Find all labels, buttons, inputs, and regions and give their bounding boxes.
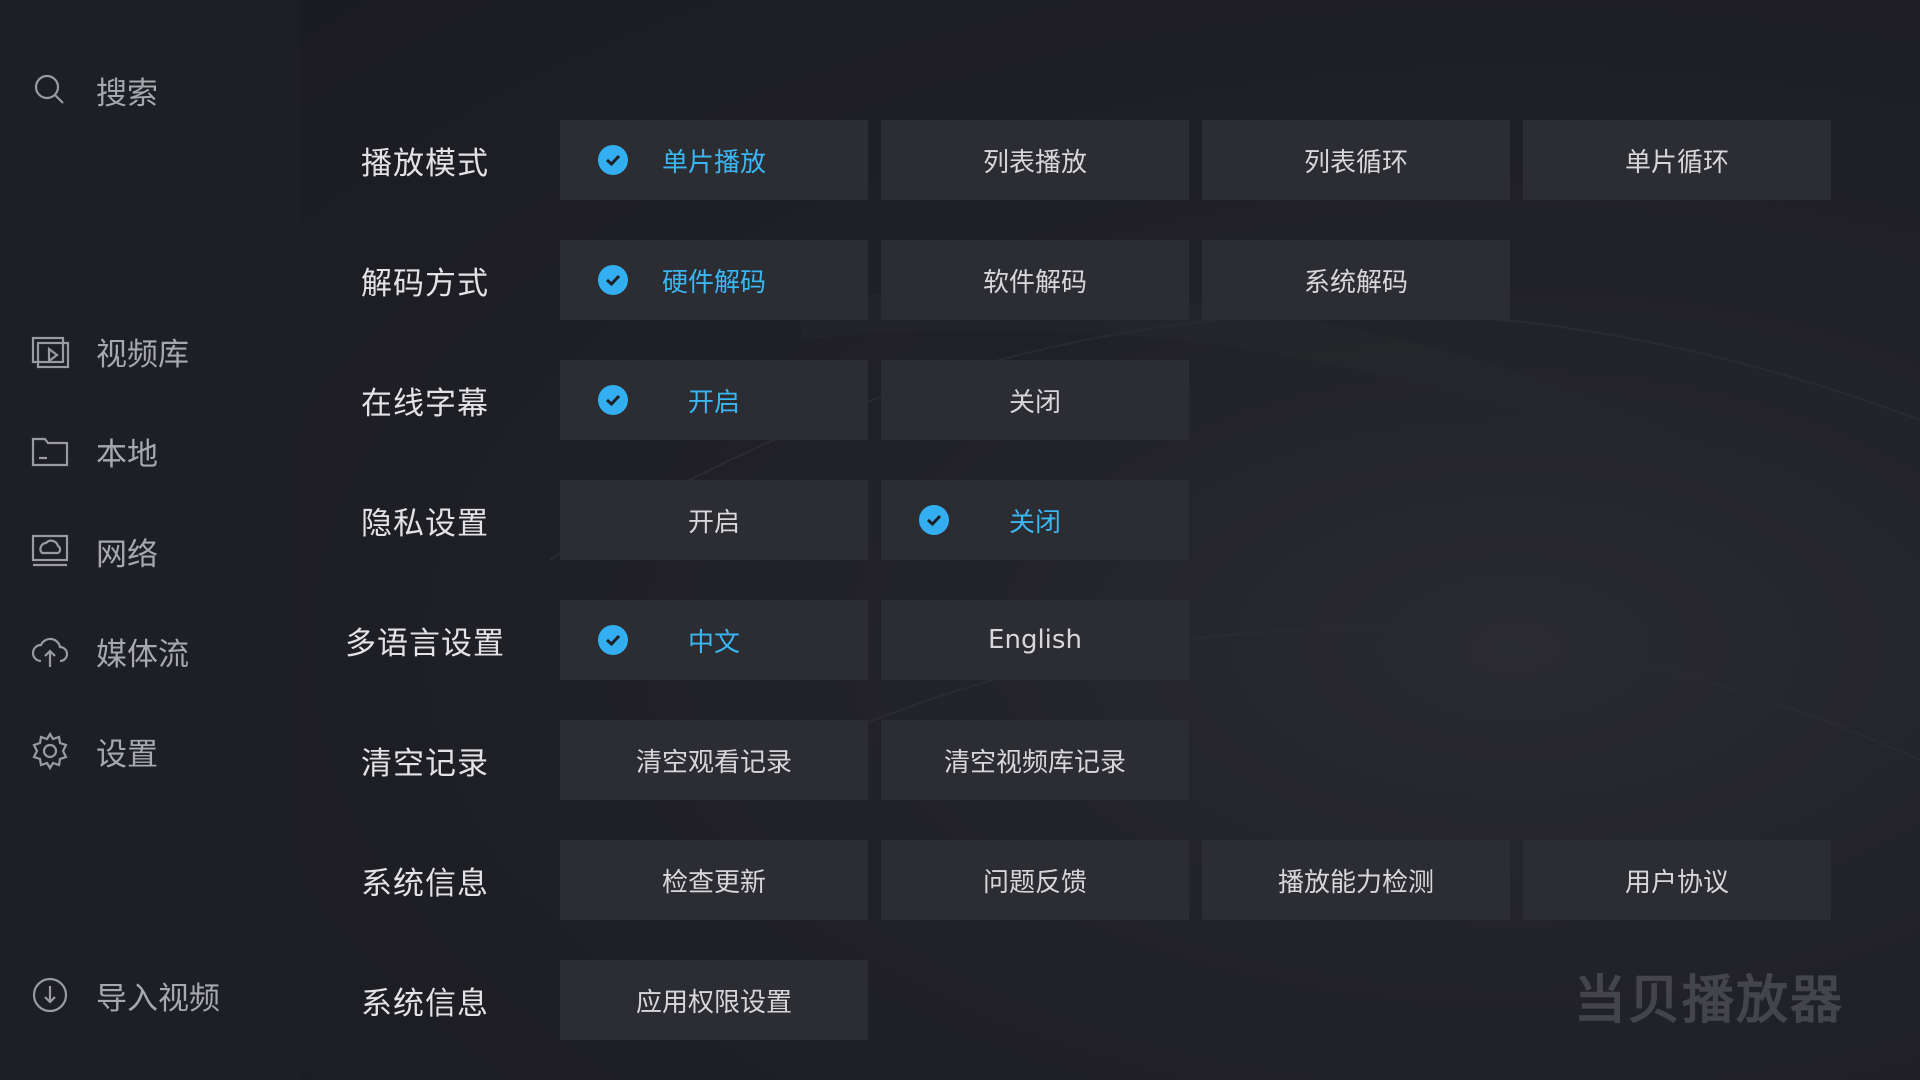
setting-row-privacy: 隐私设置 开启 关闭 [300,480,1920,560]
setting-label: 隐私设置 [361,505,489,542]
gear-icon [28,729,72,773]
network-drive-icon [28,529,72,573]
check-icon [598,265,628,295]
option-label: 系统解码 [1303,267,1408,298]
sidebar-item-label: 本地 [96,436,158,473]
download-circle-icon [28,973,72,1017]
sidebar: 搜索 视频库 本地 网络 媒体流 设置 导入视频 [0,0,300,1080]
option-label: 硬件解码 [661,267,766,298]
import-video-button[interactable]: 导入视频 [28,970,220,1020]
option-label: 单片播放 [661,147,766,178]
option-label: 关闭 [1008,387,1061,418]
option-single-loop[interactable]: 单片循环 [1523,120,1831,200]
app-permissions-button[interactable]: 应用权限设置 [560,960,868,1040]
import-video-label: 导入视频 [96,980,220,1017]
sidebar-item-settings[interactable]: 设置 [28,726,158,776]
option-hardware-decode[interactable]: 硬件解码 [560,240,868,320]
sidebar-item-video-library[interactable]: 视频库 [28,326,189,376]
brand-watermark-logo: 当贝播放器 [1574,971,1845,1031]
option-list-loop[interactable]: 列表循环 [1202,120,1510,200]
setting-row-play-mode: 播放模式 单片播放 列表播放 列表循环 单片循环 [300,120,1920,200]
sidebar-item-label: 设置 [96,736,158,773]
check-icon [919,505,949,535]
option-label: 开启 [687,507,740,538]
option-label: 中文 [687,627,740,658]
option-privacy-on[interactable]: 开启 [560,480,868,560]
setting-label: 多语言设置 [345,625,505,662]
clear-watch-history-button[interactable]: 清空观看记录 [560,720,868,800]
check-icon [598,625,628,655]
option-label: 软件解码 [982,267,1087,298]
setting-label: 系统信息 [361,865,489,902]
setting-row-online-subtitles: 在线字幕 开启 关闭 [300,360,1920,440]
sidebar-item-local[interactable]: 本地 [28,426,158,476]
option-label: 清空视频库记录 [943,747,1126,778]
feedback-button[interactable]: 问题反馈 [881,840,1189,920]
setting-label: 解码方式 [361,265,489,302]
user-agreement-button[interactable]: 用户协议 [1523,840,1831,920]
option-label: 关闭 [1008,507,1061,538]
setting-label: 在线字幕 [361,385,489,422]
option-software-decode[interactable]: 软件解码 [881,240,1189,320]
option-label: 问题反馈 [982,867,1087,898]
option-label: 单片循环 [1624,147,1729,178]
setting-row-decoding: 解码方式 硬件解码 软件解码 系统解码 [300,240,1920,320]
settings-panel: 播放模式 单片播放 列表播放 列表循环 单片循环 解码方式 硬件解码 软件解码 … [300,0,1920,1080]
video-library-icon [28,329,72,373]
check-icon [598,145,628,175]
folder-icon [28,429,72,473]
option-language-english[interactable]: English [881,600,1189,680]
clear-library-records-button[interactable]: 清空视频库记录 [881,720,1189,800]
option-label: English [988,625,1082,655]
setting-label: 系统信息 [361,985,489,1022]
setting-label: 清空记录 [361,745,489,782]
option-label: 清空观看记录 [635,747,792,778]
option-label: 列表播放 [982,147,1087,178]
playback-capability-test-button[interactable]: 播放能力检测 [1202,840,1510,920]
sidebar-search-label: 搜索 [96,75,158,112]
option-single-play[interactable]: 单片播放 [560,120,868,200]
sidebar-item-label: 视频库 [96,336,189,373]
option-label: 开启 [687,387,740,418]
sidebar-item-label: 网络 [96,536,158,573]
option-label: 应用权限设置 [635,987,792,1018]
sidebar-item-label: 媒体流 [96,636,189,673]
setting-row-system-info: 系统信息 检查更新 问题反馈 播放能力检测 用户协议 [300,840,1920,920]
setting-row-clear-records: 清空记录 清空观看记录 清空视频库记录 [300,720,1920,800]
sidebar-search[interactable]: 搜索 [28,65,158,115]
option-system-decode[interactable]: 系统解码 [1202,240,1510,320]
check-update-button[interactable]: 检查更新 [560,840,868,920]
option-label: 列表循环 [1303,147,1408,178]
check-icon [598,385,628,415]
option-label: 用户协议 [1624,867,1729,898]
option-language-chinese[interactable]: 中文 [560,600,868,680]
option-subtitles-on[interactable]: 开启 [560,360,868,440]
option-privacy-off[interactable]: 关闭 [881,480,1189,560]
setting-row-language: 多语言设置 中文 English [300,600,1920,680]
option-label: 检查更新 [661,867,766,898]
cloud-upload-icon [28,629,72,673]
option-label: 播放能力检测 [1277,867,1434,898]
option-subtitles-off[interactable]: 关闭 [881,360,1189,440]
setting-label: 播放模式 [361,145,489,182]
sidebar-item-media-stream[interactable]: 媒体流 [28,626,189,676]
option-list-play[interactable]: 列表播放 [881,120,1189,200]
sidebar-item-network[interactable]: 网络 [28,526,158,576]
search-icon [28,68,72,112]
app-window: 搜索 视频库 本地 网络 媒体流 设置 导入视频 播放模式 单片播放 列表播放 … [0,0,1920,1080]
